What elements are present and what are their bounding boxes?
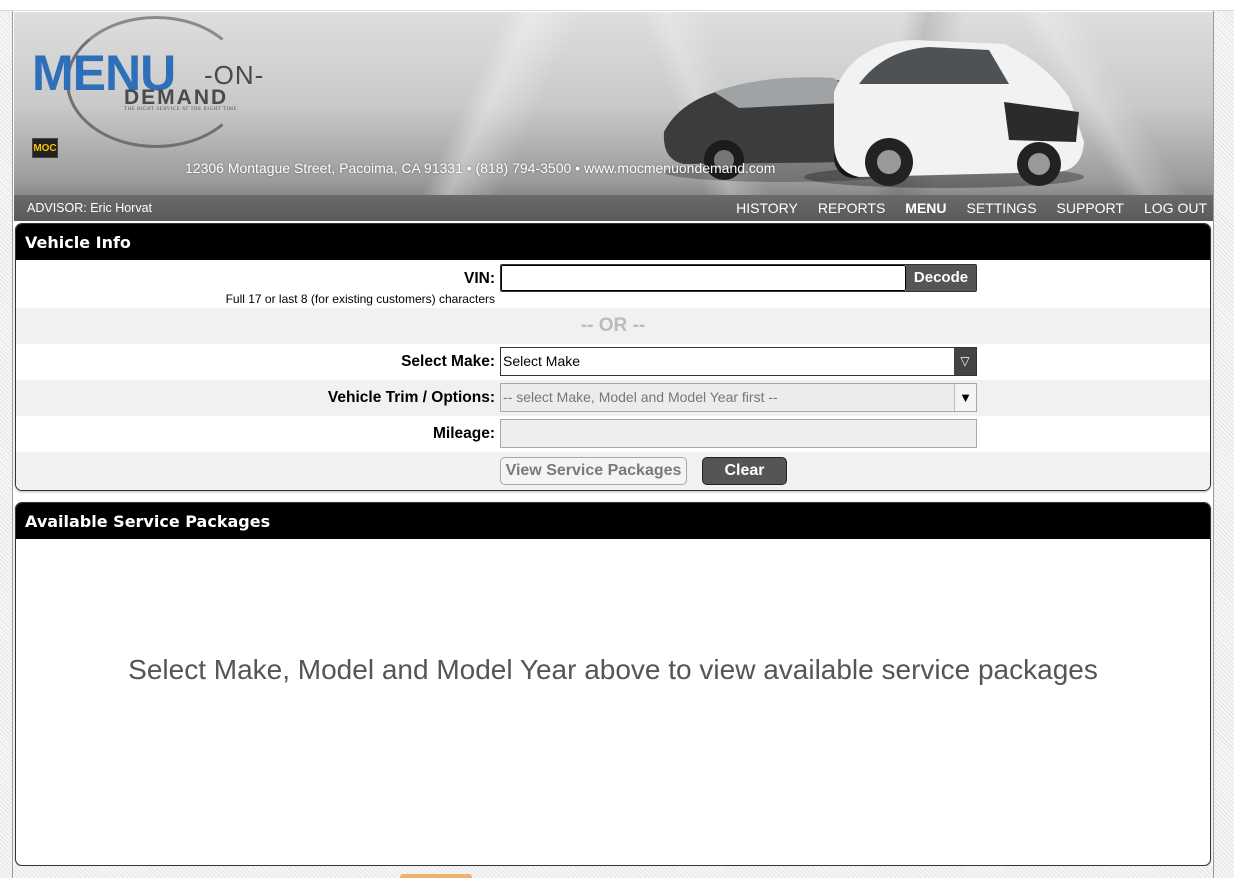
vin-row: VIN: Full 17 or last 8 (for existing cus… [16, 260, 1210, 308]
right-margin [1213, 11, 1234, 878]
trim-select[interactable]: -- select Make, Model and Model Year fir… [500, 383, 977, 412]
service-packages-title: Available Service Packages [16, 503, 1210, 539]
trim-row: Vehicle Trim / Options: -- select Make, … [16, 380, 1210, 416]
logo-tagline: THE RIGHT SERVICE AT THE RIGHT TIME [124, 107, 238, 112]
vehicle-info-title: Vehicle Info [16, 224, 1210, 260]
empty-packages-message: Select Make, Model and Model Year above … [128, 654, 1098, 685]
header-banner: MENU -ON- DEMAND THE RIGHT SERVICE AT TH… [14, 12, 1213, 221]
vin-group: Decode [500, 264, 977, 292]
dealer-address: 12306 Montague Street, Pacoima, CA 91331… [185, 160, 776, 176]
make-row: Select Make: Select Make ▽ [16, 344, 1210, 380]
clear-button[interactable]: Clear [702, 457, 787, 485]
vin-hint: Full 17 or last 8 (for existing customer… [225, 292, 495, 306]
window-top-edge [0, 0, 1234, 11]
view-service-packages-button[interactable]: View Service Packages [500, 457, 687, 485]
nav-support[interactable]: SUPPORT [1057, 200, 1124, 216]
service-packages-panel: Available Service Packages Select Make, … [15, 502, 1211, 866]
vehicle-info-panel: Vehicle Info VIN: Full 17 or last 8 (for… [15, 223, 1211, 491]
chevron-down-icon[interactable]: ▽ [954, 348, 976, 375]
bottom-tab-indicator [400, 874, 472, 878]
mileage-input[interactable] [500, 419, 977, 448]
left-margin [0, 11, 13, 878]
logo-on: -ON- [204, 60, 265, 90]
make-select-value: Select Make [503, 353, 581, 369]
actions-row: View Service Packages Clear [16, 452, 1210, 490]
nav-history[interactable]: HISTORY [736, 200, 798, 216]
make-label: Select Make: [401, 353, 495, 370]
main-nav: HISTORY REPORTS MENU SETTINGS SUPPORT LO… [736, 200, 1207, 216]
advisor-name: ADVISOR: Eric Horvat [27, 201, 153, 215]
nav-settings[interactable]: SETTINGS [967, 200, 1037, 216]
page-content: MENU -ON- DEMAND THE RIGHT SERVICE AT TH… [14, 12, 1213, 868]
bottom-margin [13, 866, 1213, 878]
top-nav-bar: ADVISOR: Eric Horvat HISTORY REPORTS MEN… [14, 195, 1213, 221]
or-divider: -- OR -- [580, 315, 646, 336]
vin-input[interactable] [501, 265, 906, 291]
logo-demand: DEMAND [124, 86, 229, 109]
mileage-label: Mileage: [432, 425, 495, 442]
moc-badge-icon: MOC [32, 138, 58, 158]
decode-button[interactable]: Decode [906, 265, 976, 291]
mileage-row: Mileage: [16, 416, 1210, 452]
nav-menu[interactable]: MENU [905, 200, 946, 216]
trim-label: Vehicle Trim / Options: [327, 389, 495, 406]
make-select[interactable]: Select Make ▽ [500, 347, 977, 376]
nav-reports[interactable]: REPORTS [818, 200, 885, 216]
or-row: -- OR -- [16, 308, 1210, 344]
chevron-down-icon[interactable]: ▼ [954, 384, 976, 411]
vin-label: VIN: [464, 270, 495, 287]
trim-select-value: -- select Make, Model and Model Year fir… [503, 389, 778, 405]
nav-log-out[interactable]: LOG OUT [1144, 200, 1207, 216]
